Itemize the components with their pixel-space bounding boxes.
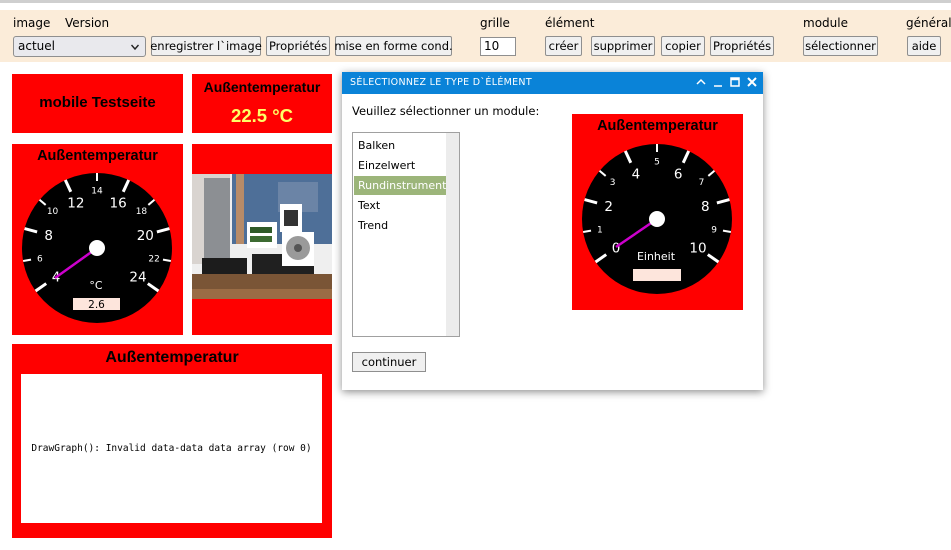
graph-panel-title: Außentemperatur: [105, 349, 239, 366]
collapse-icon[interactable]: [694, 75, 708, 89]
gauge-tick-label: 14: [91, 187, 103, 197]
close-icon[interactable]: [745, 75, 759, 89]
gauge-tick-label: 24: [129, 270, 146, 286]
top-border: [0, 0, 951, 3]
preview-gauge-tick-label: 6: [674, 167, 683, 183]
gauge-tick-label: 6: [37, 255, 43, 265]
list-item-balken[interactable]: Balken: [354, 136, 446, 155]
gauge-tick-label: 20: [137, 228, 154, 244]
conditional-format-button[interactable]: mise en forme cond.: [334, 36, 453, 56]
version-select[interactable]: actuel: [13, 36, 146, 57]
preview-gauge-tick-label: 9: [711, 226, 717, 236]
preview-gauge-hub: [649, 211, 665, 227]
element-properties-button[interactable]: Propriétés: [710, 36, 774, 56]
dialog-prompt: Veuillez sélectionner un module:: [352, 104, 540, 118]
gauge-tick-label: 16: [110, 196, 127, 212]
group-label-image: image: [13, 16, 51, 30]
gauge-hub: [89, 240, 105, 256]
gauge-unit: °C: [89, 279, 103, 292]
create-button[interactable]: créer: [545, 36, 582, 56]
gauge-tick: [22, 258, 32, 263]
list-item-trend[interactable]: Trend: [354, 216, 446, 235]
preview-gauge-tick: [722, 229, 732, 234]
save-image-button[interactable]: enregistrer l`image: [150, 36, 262, 56]
gauge-panel[interactable]: Außentemperatur 4812162024610141822 °C 2…: [12, 144, 183, 335]
graph-error-message: DrawGraph(): Invalid data-data data arra…: [31, 443, 312, 454]
list-item-rundinstrument[interactable]: Rundinstrument: [354, 176, 446, 195]
page-title: mobile Testseite: [39, 94, 156, 111]
continue-button[interactable]: continuer: [352, 352, 426, 372]
delete-button[interactable]: supprimer: [591, 36, 655, 56]
select-module-button[interactable]: sélectionner: [803, 36, 878, 56]
dialog-titlebar[interactable]: SÉLECTIONNEZ LE TYPE D`ÉLÉMENT: [342, 72, 763, 94]
list-item-einzelwert[interactable]: Einzelwert: [354, 156, 446, 175]
module-list[interactable]: Balken Einzelwert Rundinstrument Text Tr…: [352, 132, 460, 337]
group-label-grid: grille: [480, 16, 510, 30]
preview-gauge-tick-label: 3: [610, 178, 616, 188]
value-panel-title: Außentemperatur: [203, 79, 321, 95]
version-select-value: actuel: [18, 39, 55, 53]
list-item-text[interactable]: Text: [354, 196, 446, 215]
preview-gauge-tick-label: 0: [612, 241, 621, 257]
image-properties-button[interactable]: Propriétés: [266, 36, 330, 56]
select-element-dialog[interactable]: SÉLECTIONNEZ LE TYPE D`ÉLÉMENT Veuillez …: [342, 72, 763, 390]
gauge-tick-label: 8: [44, 228, 53, 244]
preview-gauge-readout: [633, 269, 681, 281]
gauge-tick-label: 12: [67, 196, 84, 212]
gauge-tick-label: 18: [136, 207, 148, 217]
gauge-dial: 4812162024610141822 °C 2.6: [22, 173, 172, 323]
title-panel[interactable]: mobile Testseite: [12, 74, 183, 133]
preview-gauge-tick-label: 8: [701, 199, 710, 215]
dialog-title: SÉLECTIONNEZ LE TYPE D`ÉLÉMENT: [350, 77, 532, 88]
gauge-tick: [162, 258, 172, 263]
group-label-element: élément: [545, 16, 595, 30]
value-panel[interactable]: Außentemperatur 22.5 °C: [192, 74, 332, 133]
minimize-icon[interactable]: [711, 75, 725, 89]
preview-gauge-tick-label: 2: [604, 199, 613, 215]
module-preview: Außentemperatur 0 2 4 6 8 10 1 3 5 7 9 Einheit: [572, 114, 743, 310]
preview-gauge-unit: Einheit: [637, 250, 676, 263]
help-button[interactable]: aide: [907, 36, 941, 56]
preview-gauge-tick-label: 7: [699, 178, 705, 188]
gauge-tick-label: 22: [148, 255, 159, 265]
copy-button[interactable]: copier: [661, 36, 705, 56]
preview-gauge-tick-label: 5: [654, 158, 660, 168]
group-label-module: module: [803, 16, 848, 30]
group-label-general: général: [906, 16, 951, 30]
graph-area: DrawGraph(): Invalid data-data data arra…: [21, 374, 322, 523]
temperature-value: 22.5 °C: [231, 105, 293, 126]
preview-gauge-dial: 0 2 4 6 8 10 1 3 5 7 9 Einheit: [582, 144, 732, 294]
list-scrollbar[interactable]: [446, 133, 459, 336]
preview-gauge-tick-label: 4: [632, 167, 641, 183]
preview-gauge-tick-label: 1: [597, 226, 603, 236]
gauge-readout: 2.6: [88, 299, 105, 311]
maximize-icon[interactable]: [728, 75, 742, 89]
grid-input[interactable]: 10: [480, 37, 516, 56]
group-label-version: Version: [65, 16, 110, 30]
image-panel[interactable]: [192, 144, 332, 335]
gauge-tick-label: 10: [47, 207, 59, 217]
preview-gauge-tick-label: 10: [689, 241, 706, 257]
chevron-down-icon: [131, 44, 139, 51]
desk-photo: [192, 174, 332, 299]
preview-gauge-tick: [582, 229, 592, 234]
